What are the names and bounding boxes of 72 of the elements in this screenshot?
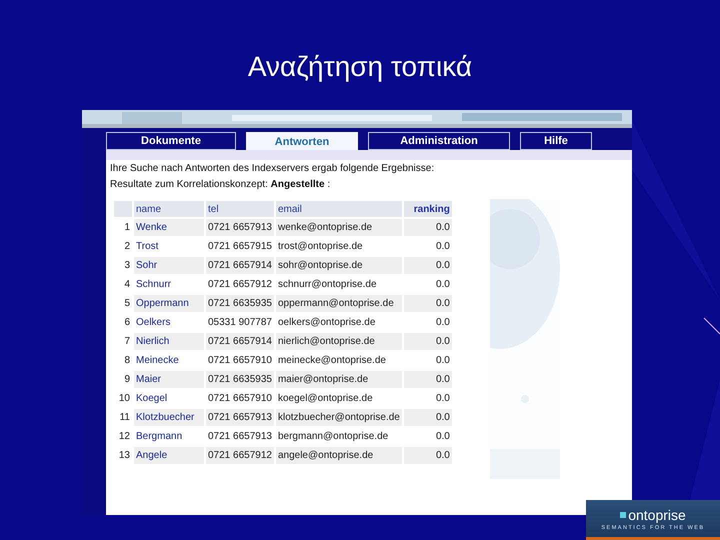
column-header[interactable]: email — [276, 201, 402, 217]
table-cell-text: bergmann@ontoprise.de — [276, 430, 390, 444]
table-cell: angele@ontoprise.de — [276, 447, 402, 464]
table-cell-text: 0721 6657912 — [207, 278, 273, 292]
table-cell: sohr@ontoprise.de — [276, 257, 402, 274]
name-link[interactable]: Bergmann — [136, 431, 182, 442]
table-cell: 0721 6657914 — [206, 257, 274, 274]
table-cell: 0.0 — [404, 409, 452, 426]
logo-name: ontoprise — [628, 506, 686, 522]
row-number: 11 — [118, 411, 131, 425]
row-number: 1 — [123, 221, 131, 235]
column-header[interactable]: tel — [206, 201, 274, 217]
table-cell: 0721 6657913 — [206, 219, 274, 236]
table-cell: maier@ontoprise.de — [276, 371, 402, 388]
table-cell-text: meinecke@ontoprise.de — [276, 354, 387, 368]
tab[interactable]: Administration — [368, 132, 510, 150]
table-cell: wenke@ontoprise.de — [276, 219, 402, 236]
table-cell-text: 05331 907787 — [207, 316, 273, 330]
table-cell-text: 0.0 — [434, 278, 451, 292]
table-cell: 0.0 — [404, 257, 452, 274]
table-cell-text: koegel@ontoprise.de — [276, 392, 374, 406]
table-cell: 0.0 — [404, 447, 452, 464]
slide-title: Αναζήτηση τοπικά — [248, 50, 472, 84]
table-cell: 0721 6657914 — [206, 333, 274, 350]
row-number: 12 — [118, 430, 131, 444]
row-number: 7 — [123, 335, 131, 349]
row-number: 8 — [123, 354, 131, 368]
table-cell: klotzbuecher@ontoprise.de — [276, 409, 402, 426]
name-link[interactable]: Meinecke — [136, 355, 179, 366]
tab[interactable]: Antworten — [246, 132, 358, 151]
table-cell: 0.0 — [404, 333, 452, 350]
table-cell-text: 0.0 — [434, 316, 451, 330]
table-cell-text: 0.0 — [434, 240, 451, 254]
row-number: 3 — [123, 259, 131, 273]
row-number: 5 — [123, 297, 131, 311]
table-cell: 0721 6657913 — [206, 409, 274, 426]
table-cell-text: 0721 6657910 — [207, 354, 273, 368]
name-link[interactable]: Koegel — [136, 393, 168, 404]
table-cell-text: trost@ontoprise.de — [276, 240, 364, 254]
table-cell: 0721 6657912 — [206, 447, 274, 464]
row-number: 2 — [123, 240, 131, 254]
tab[interactable]: Dokumente — [106, 132, 236, 150]
table-cell-text: 0.0 — [434, 354, 451, 368]
tab[interactable]: Hilfe — [520, 132, 592, 150]
square-icon — [620, 512, 626, 518]
name-link[interactable]: Oelkers — [136, 317, 170, 328]
table-cell-text: oelkers@ontoprise.de — [276, 316, 376, 330]
row-number: 6 — [123, 316, 131, 330]
table-cell-text: schnurr@ontoprise.de — [276, 278, 378, 292]
column-header[interactable]: ranking — [404, 201, 452, 217]
row-number: 4 — [123, 278, 131, 292]
table-cell-text: 0721 6657913 — [207, 430, 273, 444]
name-link[interactable]: Schnurr — [136, 279, 172, 290]
row-number: 13 — [118, 449, 131, 463]
table-cell: 0721 6635935 — [206, 295, 274, 312]
table-cell: oppermann@ontoprise.de — [276, 295, 402, 312]
result-text: Resultate zum Korrelationskonzept: Angestellte : — [110, 178, 332, 192]
row-number: 10 — [118, 392, 131, 406]
table-cell: 0.0 — [404, 219, 452, 236]
table-cell: nierlich@ontoprise.de — [276, 333, 402, 350]
table-cell: 0.0 — [404, 295, 452, 312]
table-cell-text: 0721 6657910 — [207, 392, 273, 406]
row-number: 9 — [123, 373, 131, 387]
table-cell-text: 0721 6657915 — [207, 240, 273, 254]
table-cell: 0.0 — [404, 371, 452, 388]
table-cell-text: 0.0 — [434, 392, 451, 406]
intro-text: Ihre Suche nach Antworten des Indexservers ergab folgende Ergebnisse: — [110, 162, 436, 176]
column-header[interactable]: name — [134, 201, 204, 217]
table-cell: 0721 6635935 — [206, 371, 274, 388]
name-link[interactable]: Trost — [136, 241, 158, 252]
name-link[interactable]: Sohr — [136, 260, 158, 271]
table-cell-text: 0.0 — [434, 430, 451, 444]
